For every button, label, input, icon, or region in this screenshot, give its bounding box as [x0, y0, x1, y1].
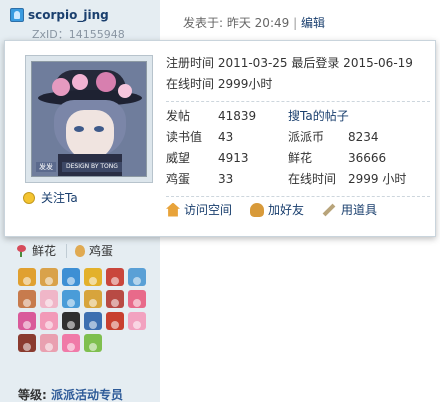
- wand-icon: [322, 203, 336, 216]
- medal-icon[interactable]: [106, 290, 124, 308]
- flower-icon: [16, 244, 28, 257]
- medal-icon[interactable]: [106, 268, 124, 286]
- online-time-info: 在线时间 2999小时: [166, 77, 273, 91]
- home-icon: [166, 202, 180, 217]
- stat-value: 36666: [348, 151, 387, 165]
- user-info-popup: 发发 DESIGN BY TONG 关注Ta 注册时间 2011-03-25 最…: [4, 40, 436, 237]
- medal-icon[interactable]: [18, 334, 36, 352]
- follow-label: 关注Ta: [41, 191, 78, 205]
- egg-icon: [75, 244, 86, 257]
- search-posts-link[interactable]: 搜Ta的帖子: [288, 106, 418, 127]
- medal-icon[interactable]: [40, 334, 58, 352]
- medal-icon[interactable]: [18, 312, 36, 330]
- follow-icon: [23, 191, 35, 204]
- give-flower-button[interactable]: 鲜花: [16, 242, 56, 259]
- register-info: 注册时间 2011-03-25 最后登录 2015-06-19: [166, 56, 413, 70]
- online-user-icon: [10, 8, 24, 22]
- user-header: scorpio_jing: [10, 8, 109, 22]
- level-label: 等级:: [18, 388, 47, 402]
- divider: [166, 196, 430, 197]
- avatar[interactable]: 发发 DESIGN BY TONG: [25, 55, 153, 183]
- medal-icon[interactable]: [40, 290, 58, 308]
- stat-value: 8234: [348, 130, 379, 144]
- card-actions: 访问空间 加好友 用道具: [166, 201, 430, 218]
- stat-label: 读书值: [166, 130, 203, 144]
- medal-icon[interactable]: [128, 290, 146, 308]
- medal-icon[interactable]: [40, 268, 58, 286]
- medal-icon[interactable]: [84, 290, 102, 308]
- avatar-credit: DESIGN BY TONG: [62, 162, 122, 172]
- meta-separator: |: [293, 16, 298, 30]
- divider: [166, 101, 430, 102]
- medal-grid: [18, 268, 148, 354]
- medal-icon[interactable]: [128, 268, 146, 286]
- stat-value: 2999 小时: [348, 172, 407, 186]
- stat-label: 威望: [166, 151, 191, 165]
- use-item-link[interactable]: 用道具: [322, 201, 377, 218]
- user-info: 注册时间 2011-03-25 最后登录 2015-06-19 在线时间 299…: [166, 53, 430, 218]
- stat-value: 4913: [218, 151, 249, 165]
- stat-label: 鸡蛋: [166, 172, 191, 186]
- stat-label: 发帖: [166, 109, 191, 123]
- stat-value: 43: [218, 130, 234, 144]
- edit-link[interactable]: 编辑: [301, 16, 325, 30]
- stat-label: 鲜花: [288, 151, 313, 165]
- medal-icon[interactable]: [62, 290, 80, 308]
- gift-row: 鲜花 鸡蛋: [16, 242, 123, 259]
- friends-icon: [250, 202, 265, 217]
- visit-space-link[interactable]: 访问空间: [166, 201, 232, 218]
- avatar-image: 发发 DESIGN BY TONG: [31, 61, 147, 177]
- medal-icon[interactable]: [62, 268, 80, 286]
- medal-icon[interactable]: [84, 312, 102, 330]
- stat-value: 33: [218, 172, 234, 186]
- medal-icon[interactable]: [18, 290, 36, 308]
- visit-space-label: 访问空间: [184, 203, 233, 217]
- post-meta: 发表于: 昨天 20:49 | 编辑: [183, 14, 325, 31]
- medal-icon[interactable]: [84, 268, 102, 286]
- level-value[interactable]: 派派活动专员: [51, 388, 123, 402]
- user-stats: 发帖 41839 搜Ta的帖子 读书值 43 派派币 8234 威望 4913 …: [166, 106, 430, 190]
- egg-label: 鸡蛋: [89, 244, 114, 258]
- medal-icon[interactable]: [18, 268, 36, 286]
- add-friend-label: 加好友: [268, 203, 305, 217]
- use-item-label: 用道具: [341, 203, 378, 217]
- user-level: 等级: 派派活动专员: [18, 386, 123, 402]
- stat-label: 派派币: [288, 130, 325, 144]
- avatar-tag: 发发: [36, 162, 56, 172]
- medal-icon[interactable]: [62, 312, 80, 330]
- username-link[interactable]: scorpio_jing: [28, 8, 109, 22]
- medal-icon[interactable]: [62, 334, 80, 352]
- post-time: 发表于: 昨天 20:49: [183, 16, 290, 30]
- give-egg-button[interactable]: 鸡蛋: [75, 242, 113, 259]
- divider: [66, 243, 68, 258]
- medal-icon[interactable]: [128, 312, 146, 330]
- medal-icon[interactable]: [106, 312, 124, 330]
- add-friend-link[interactable]: 加好友: [250, 201, 304, 218]
- follow-button[interactable]: 关注Ta: [23, 189, 78, 206]
- medal-icon[interactable]: [40, 312, 58, 330]
- medal-icon[interactable]: [84, 334, 102, 352]
- flower-label: 鲜花: [32, 244, 57, 258]
- stat-value: 41839: [218, 109, 257, 123]
- stat-label: 在线时间: [288, 172, 337, 186]
